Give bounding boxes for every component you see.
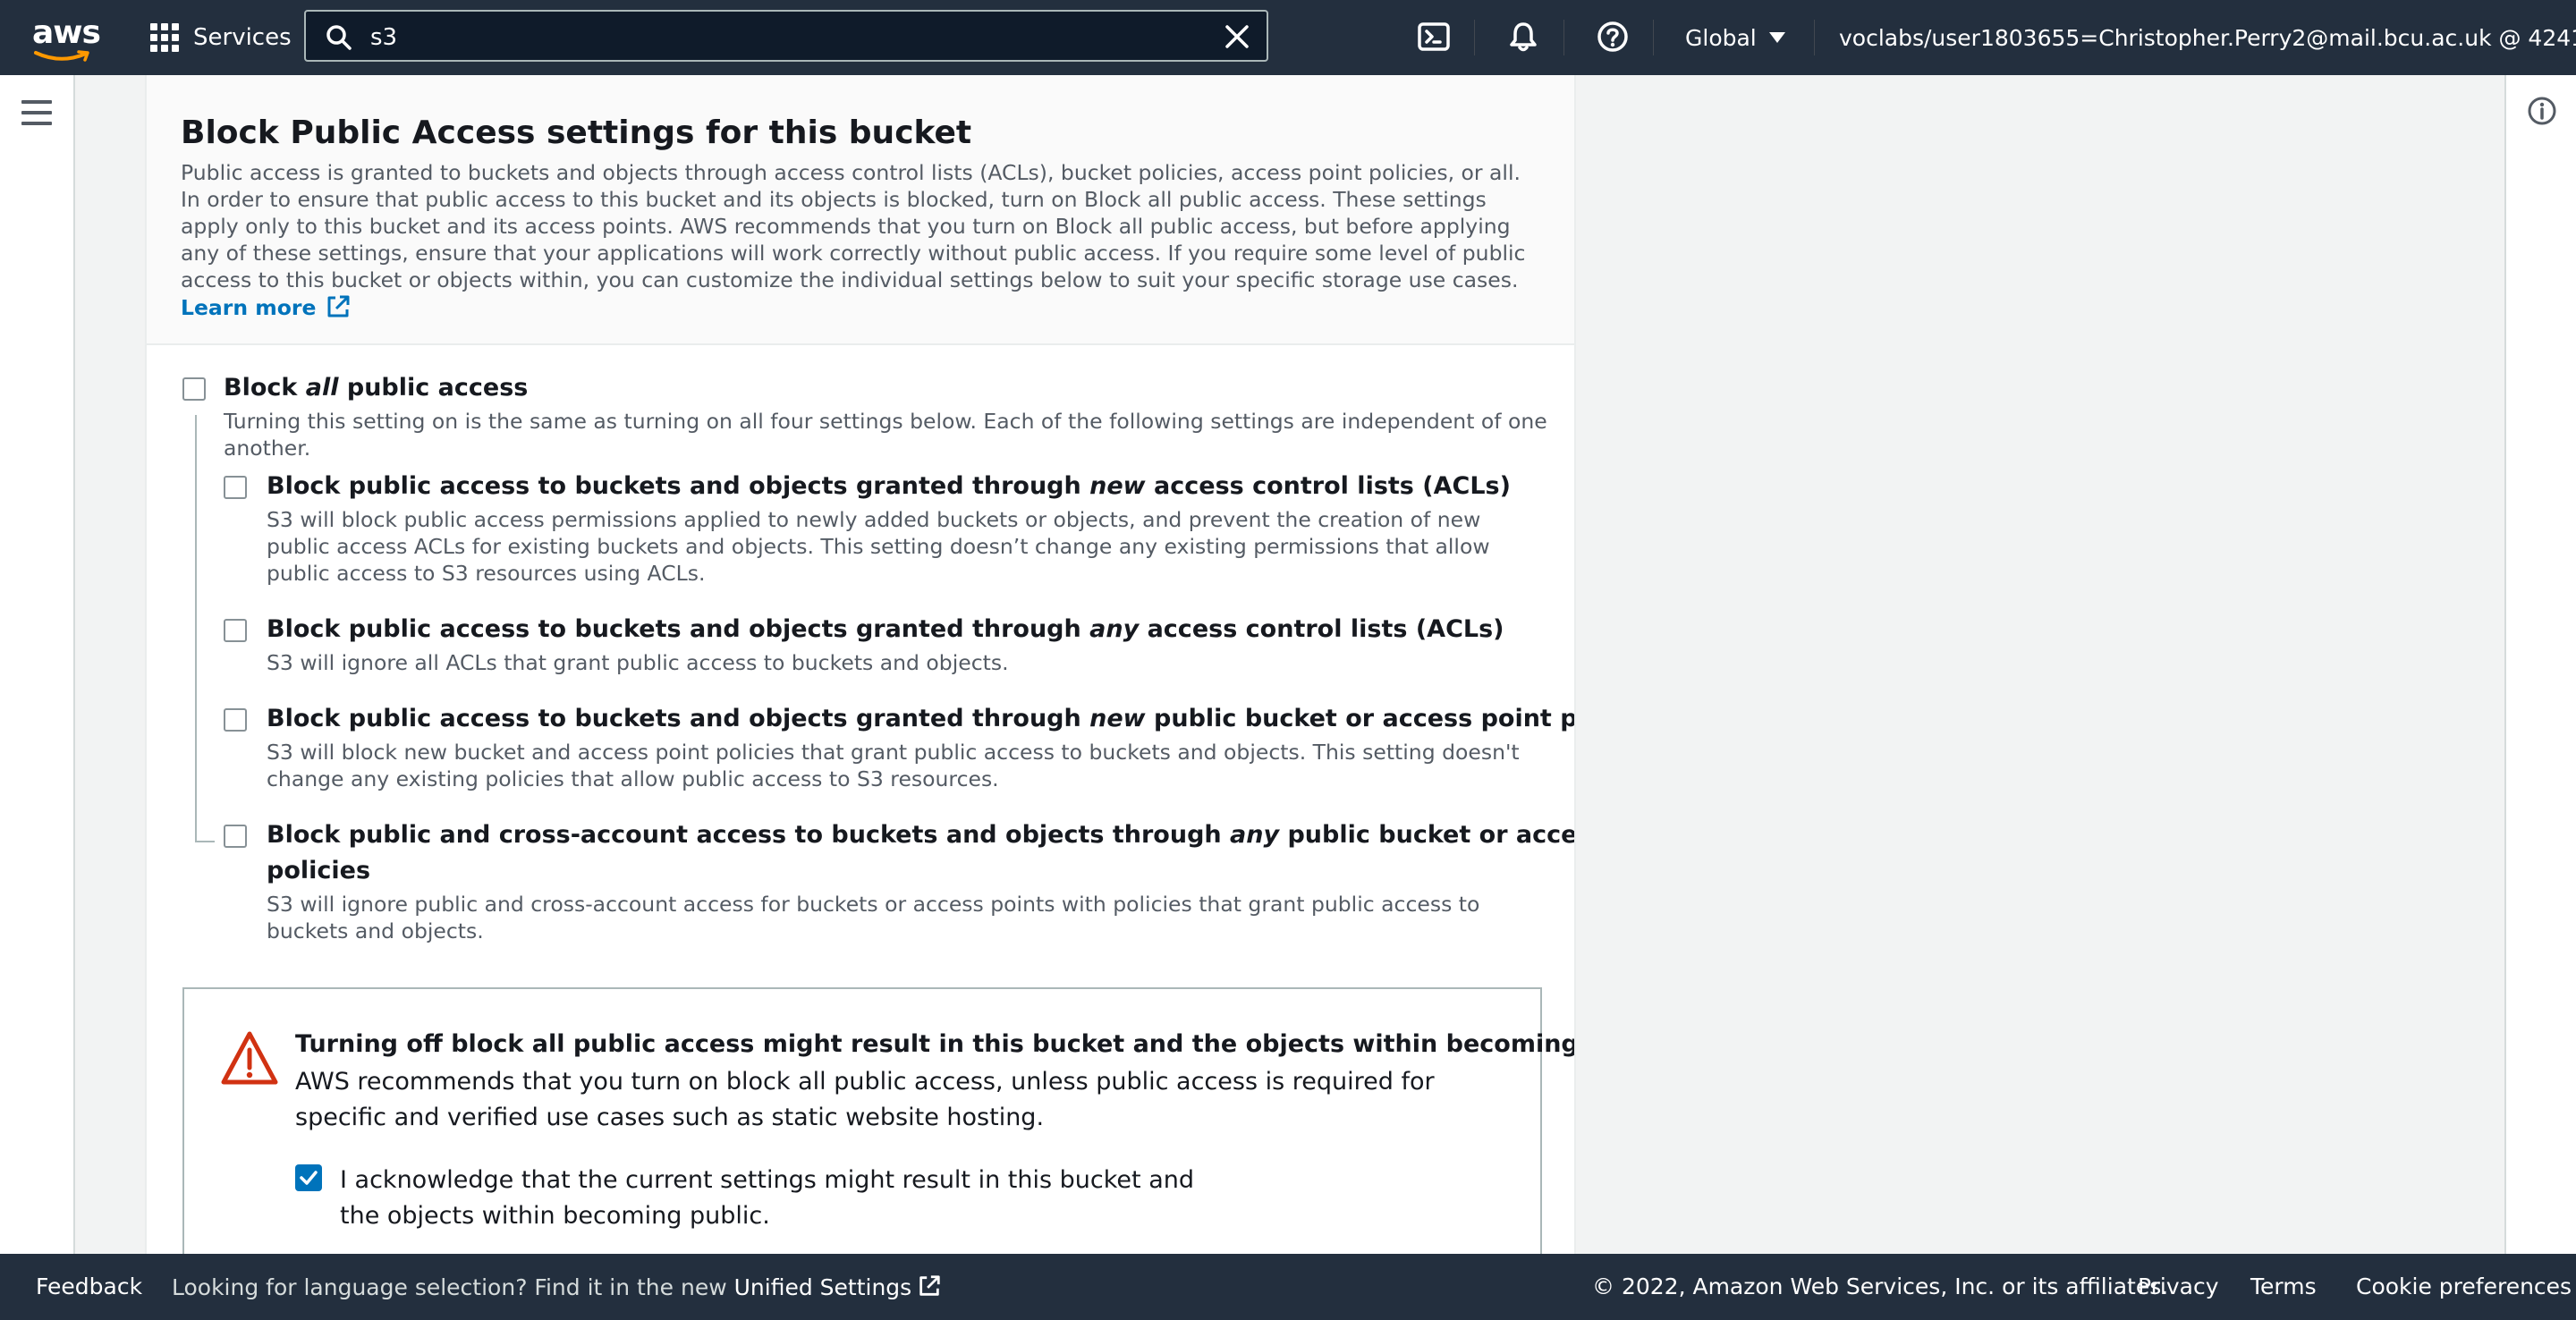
region-selector[interactable]: Global <box>1685 18 1785 57</box>
aws-logo[interactable]: aws <box>32 14 101 62</box>
menu-hamburger-icon[interactable] <box>21 100 52 132</box>
search-input[interactable] <box>369 19 1177 56</box>
warning-text: AWS recommends that you turn on block al… <box>295 1068 1435 1131</box>
panel-description: Public access is granted to buckets and … <box>181 159 1540 321</box>
block-cross-account-title: Block public and cross-account access to… <box>267 821 1576 849</box>
block-new-policies-description: S3 will block new bucket and access poin… <box>267 740 1520 791</box>
block-new-acls-checkbox[interactable] <box>224 476 247 499</box>
search-box <box>304 10 1268 62</box>
block-new-policies-title: Block public access to buckets and objec… <box>267 705 1576 732</box>
services-menu-button[interactable]: Services <box>150 20 292 55</box>
account-menu[interactable]: voclabs/user1803655=Christopher.Perry2@m… <box>1839 18 2576 57</box>
block-public-access-panel: Block Public Access settings for this bu… <box>145 75 1576 1254</box>
cookie-preferences-link[interactable]: Cookie preferences <box>2356 1273 2572 1299</box>
nav-divider <box>1814 20 1815 55</box>
tree-connector-line <box>195 415 197 842</box>
aws-logo-text: aws <box>32 14 101 51</box>
help-icon[interactable] <box>1596 20 1630 54</box>
copyright-text: © 2022, Amazon Web Services, Inc. or its… <box>1592 1273 2169 1299</box>
acknowledge-checkbox[interactable] <box>295 1164 322 1191</box>
terms-link[interactable]: Terms <box>2250 1273 2317 1299</box>
acknowledge-label: I acknowledge that the current settings … <box>340 1166 1194 1230</box>
block-new-acls-title: Block public access to buckets and objec… <box>267 472 1511 500</box>
privacy-link[interactable]: Privacy <box>2138 1273 2219 1299</box>
top-navigation: aws Services s3 Global voclabs/user18036… <box>0 0 2576 75</box>
external-link-icon <box>919 1275 940 1296</box>
nav-divider <box>1653 20 1654 55</box>
aws-smile-icon <box>34 50 89 62</box>
right-tools-rail <box>2504 75 2576 1254</box>
block-any-acls-description: S3 will ignore all ACLs that grant publi… <box>267 650 1009 675</box>
unified-settings-label: Unified Settings <box>733 1274 912 1300</box>
unified-settings-link[interactable]: Unified Settings <box>734 1274 943 1300</box>
cloudshell-icon[interactable] <box>1417 20 1451 54</box>
warning-triangle-icon <box>221 1031 278 1085</box>
learn-more-label: Learn more <box>181 295 317 320</box>
language-notice-text: Looking for language selection? Find it … <box>172 1274 734 1300</box>
block-new-policies-checkbox[interactable] <box>224 708 247 732</box>
account-label: voclabs/user1803655=Christopher.Perry2@m… <box>1839 24 2576 51</box>
notifications-bell-icon[interactable] <box>1506 20 1540 54</box>
block-any-acls-title: Block public access to buckets and objec… <box>267 615 1504 643</box>
block-new-acls-description: S3 will block public access permissions … <box>267 507 1490 586</box>
feedback-link[interactable]: Feedback <box>36 1273 142 1299</box>
block-all-public-access-title: Block all public access <box>224 374 529 402</box>
block-all-public-access-description: Turning this setting on is the same as t… <box>224 409 1547 461</box>
panel-title: Block Public Access settings for this bu… <box>181 114 972 151</box>
block-cross-account-checkbox[interactable] <box>224 825 247 848</box>
block-cross-account-title-line2: policies <box>267 857 371 884</box>
footer-bar: Feedback Looking for language selection?… <box>0 1254 2576 1320</box>
language-notice: Looking for language selection? Find it … <box>172 1273 942 1300</box>
nav-divider <box>1563 20 1564 55</box>
services-label: Services <box>193 24 292 51</box>
tree-connector-line <box>195 841 215 842</box>
nav-divider <box>1474 20 1475 55</box>
external-link-icon <box>327 295 350 317</box>
caret-down-icon <box>1768 32 1785 43</box>
block-cross-account-description: S3 will ignore public and cross-account … <box>267 892 1480 943</box>
warning-title: Turning off block all public access migh… <box>295 1030 1576 1058</box>
block-all-public-access-checkbox[interactable] <box>182 377 206 401</box>
left-navigation-rail <box>0 75 75 1254</box>
search-icon <box>326 25 352 50</box>
panel-description-text: Public access is granted to buckets and … <box>181 160 1526 292</box>
learn-more-link[interactable]: Learn more <box>181 295 352 320</box>
warning-alert: Turning off block all public access migh… <box>182 987 1574 1254</box>
grid-menu-icon <box>150 23 179 52</box>
checkmark-icon <box>300 1171 318 1185</box>
clear-search-icon[interactable] <box>1224 23 1250 50</box>
block-any-acls-checkbox[interactable] <box>224 619 247 642</box>
region-label: Global <box>1685 24 1757 51</box>
info-icon[interactable] <box>2526 95 2558 127</box>
